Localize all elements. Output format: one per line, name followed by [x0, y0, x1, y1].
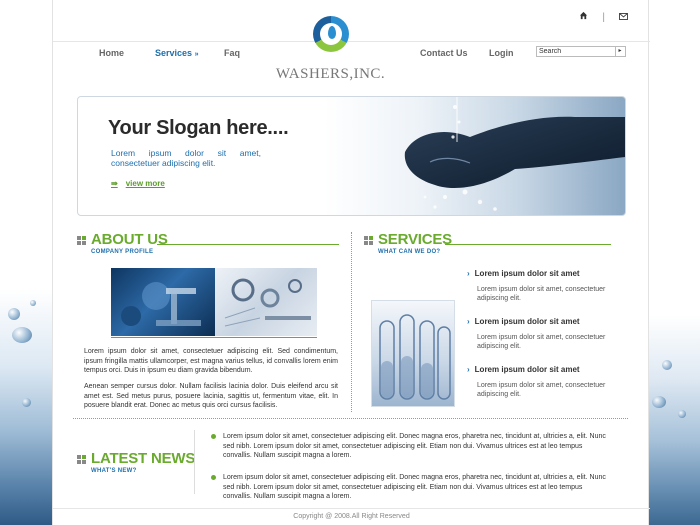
water-splash-right: [648, 0, 700, 525]
news-text: Lorem ipsum dolor sit amet, consectetuer…: [223, 474, 606, 500]
services-header: SERVICES WHAT CAN WE DO?: [364, 232, 452, 255]
column-divider: [351, 232, 352, 412]
nav-home[interactable]: Home: [99, 48, 155, 58]
news-divider: [194, 430, 195, 494]
services-underline: [445, 244, 611, 245]
home-icon[interactable]: [579, 11, 588, 23]
service-title-link[interactable]: › Lorem ipsum dolor sit amet: [467, 365, 612, 374]
service-title-link[interactable]: › Lorem ipsum dolor sit amet: [467, 317, 612, 326]
mail-icon[interactable]: [619, 12, 628, 23]
chevron-right-icon: ›: [467, 269, 470, 278]
water-drop-logo-icon: [312, 16, 349, 52]
view-more-label: view more: [125, 179, 165, 188]
section-divider: [73, 418, 628, 419]
service-item: › Lorem ipsum dolor sit amet Lorem ipsum…: [467, 317, 612, 351]
view-more-link[interactable]: ⇛ view more: [111, 179, 165, 188]
news-text: Lorem ipsum dolor sit amet, consectetuer…: [223, 433, 606, 459]
hand-water-image: [404, 97, 625, 211]
service-desc: Lorem ipsum dolor sit amet, consectetuer…: [477, 334, 606, 350]
hero-banner: Your Slogan here.... Lorem ipsum dolor s…: [77, 96, 626, 216]
test-tubes-image: [371, 300, 455, 407]
nav-contact-us[interactable]: Contact Us: [420, 48, 489, 58]
news-header: LATEST NEWS WHAT'S NEW?: [77, 451, 195, 474]
about-header: ABOUT US COMPANY PROFILE: [77, 232, 168, 255]
copyright-text: Copyright @ 2008.All Right Reserved: [293, 513, 410, 520]
about-images: [111, 268, 317, 336]
dots-icon: [77, 236, 86, 245]
service-desc: Lorem ipsum dolor sit amet, consectetuer…: [477, 286, 606, 302]
search-input[interactable]: [537, 47, 615, 56]
services-subtitle: WHAT CAN WE DO?: [378, 249, 441, 255]
double-arrow-icon: ⇛: [111, 179, 118, 188]
nav-faq[interactable]: Faq: [224, 48, 240, 58]
service-title-link[interactable]: › Lorem ipsum dolor sit amet: [467, 269, 612, 278]
news-item[interactable]: Lorem ipsum dolor sit amet, consectetuer…: [211, 432, 611, 461]
about-image-underline: [111, 337, 317, 338]
about-subtitle: COMPANY PROFILE: [91, 249, 154, 255]
chevron-right-icon: ›: [467, 317, 470, 326]
banner-slogan: Your Slogan here....: [108, 117, 289, 139]
service-title: Lorem ipsum dolor sit amet: [474, 317, 580, 326]
banner-subtitle: Lorem ipsum dolor sit amet, consectetuer…: [111, 148, 261, 168]
water-splash-left: [0, 0, 52, 525]
chevron-right-icon: ›: [467, 365, 470, 374]
dots-icon: [77, 455, 86, 464]
footer: Copyright @ 2008.All Right Reserved: [53, 508, 650, 525]
search-go-button[interactable]: ▸: [615, 47, 624, 56]
top-icons: |: [579, 11, 628, 23]
about-paragraph-1: Lorem ipsum dolor sit amet, consectetuer…: [84, 348, 338, 374]
logo-text: WASHERS,INC.: [275, 66, 386, 82]
page-container: | Home Services » Faq WASHERS,INC. Conta…: [52, 0, 650, 525]
news-title: LATEST NEWS: [91, 450, 196, 467]
service-item: › Lorem ipsum dolor sit amet Lorem ipsum…: [467, 269, 612, 303]
chevron-right-icon: »: [194, 51, 199, 58]
about-underline: [157, 244, 339, 245]
service-item: › Lorem ipsum dolor sit amet Lorem ipsum…: [467, 365, 612, 399]
nav-services[interactable]: Services »: [155, 48, 224, 58]
news-subtitle: WHAT'S NEW?: [91, 468, 137, 474]
bullet-icon: [211, 475, 216, 480]
about-paragraph-2: Aenean semper cursus dolor. Nullam facil…: [84, 383, 338, 409]
service-title: Lorem ipsum dolor sit amet: [474, 365, 580, 374]
bullet-icon: [211, 434, 216, 439]
nav-login[interactable]: Login: [489, 48, 514, 58]
main-nav-right: Contact Us Login: [420, 48, 514, 58]
engineering-tools-image: [215, 268, 317, 336]
service-desc: Lorem ipsum dolor sit amet, consectetuer…: [477, 382, 606, 398]
logo[interactable]: WASHERS,INC.: [268, 16, 393, 83]
icon-divider: |: [602, 11, 605, 23]
nav-services-label: Services: [155, 48, 193, 58]
services-title: SERVICES: [378, 231, 452, 248]
news-item[interactable]: Lorem ipsum dolor sit amet, consectetuer…: [211, 473, 611, 502]
service-title: Lorem ipsum dolor sit amet: [474, 269, 580, 278]
search-box: ▸: [536, 46, 626, 57]
main-nav-left: Home Services » Faq: [99, 48, 240, 58]
dots-icon: [364, 236, 373, 245]
lab-microscope-image: [111, 268, 215, 336]
